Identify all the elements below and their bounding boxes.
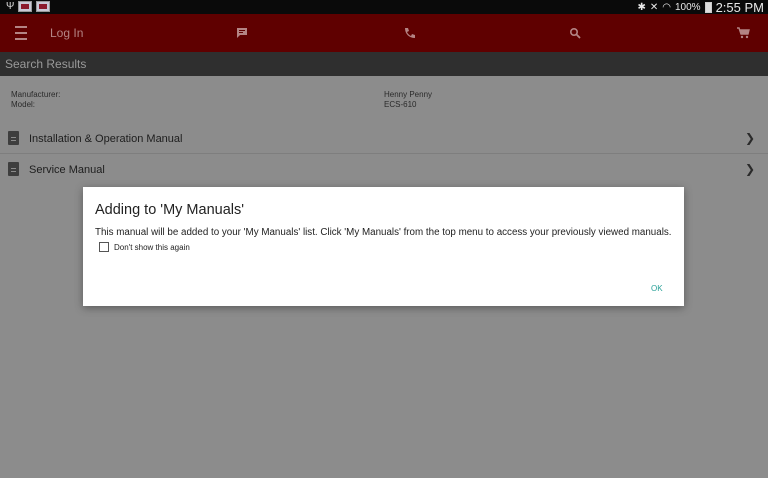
list-item[interactable]: Service Manual ❯ <box>0 155 768 185</box>
dialog-message: This manual will be added to your 'My Ma… <box>95 227 672 238</box>
manual-title: Installation & Operation Manual <box>29 133 183 145</box>
details-values: Henny Penny ECS-610 <box>384 90 432 110</box>
flag-icon <box>36 1 51 12</box>
model-label: Model: <box>11 100 36 109</box>
mute-icon: ✕ <box>649 1 659 13</box>
usb-icon: Ψ <box>6 1 15 12</box>
dialog-title: Adding to 'My Manuals' <box>95 202 245 218</box>
battery-icon <box>704 1 712 13</box>
model-value: ECS-610 <box>384 100 417 109</box>
login-button[interactable]: Log In <box>50 14 83 52</box>
search-icon[interactable] <box>569 14 581 52</box>
status-bar: Ψ ✱ ✕ ◠ 100% 2:55 PM <box>0 0 768 15</box>
chat-icon[interactable] <box>236 14 248 52</box>
dont-show-again-option[interactable]: Don't show this again <box>99 242 190 252</box>
menu-icon[interactable] <box>15 14 27 52</box>
document-icon <box>8 131 19 145</box>
my-manuals-dialog: Adding to 'My Manuals' This manual will … <box>83 187 684 306</box>
chevron-right-icon: ❯ <box>745 131 756 145</box>
cart-icon[interactable] <box>737 14 750 52</box>
manufacturer-label: Manufacturer: <box>11 90 61 99</box>
manufacturer-value: Henny Penny <box>384 90 433 99</box>
list-item[interactable]: Installation & Operation Manual ❯ <box>0 124 768 154</box>
flag-icon <box>18 1 33 12</box>
chevron-right-icon: ❯ <box>745 162 756 176</box>
battery-percent: 100% <box>675 1 701 13</box>
wifi-icon: ◠ <box>662 1 671 13</box>
dont-show-again-checkbox[interactable] <box>99 242 109 252</box>
details-labels: Manufacturer: Model: <box>11 90 60 110</box>
system-icons: ✱ ✕ ◠ 100% 2:55 PM <box>637 0 764 15</box>
notification-icons: Ψ <box>6 1 51 12</box>
results-header: Search Results <box>0 52 768 76</box>
phone-icon[interactable] <box>403 14 415 52</box>
page-title: Search Results <box>5 57 87 71</box>
app-toolbar: Log In <box>0 14 768 52</box>
checkbox-label: Don't show this again <box>114 242 190 252</box>
bluetooth-icon: ✱ <box>637 1 646 13</box>
document-icon <box>8 162 19 176</box>
ok-button[interactable]: OK <box>651 284 663 293</box>
clock: 2:55 PM <box>715 0 764 15</box>
manual-title: Service Manual <box>29 164 105 176</box>
